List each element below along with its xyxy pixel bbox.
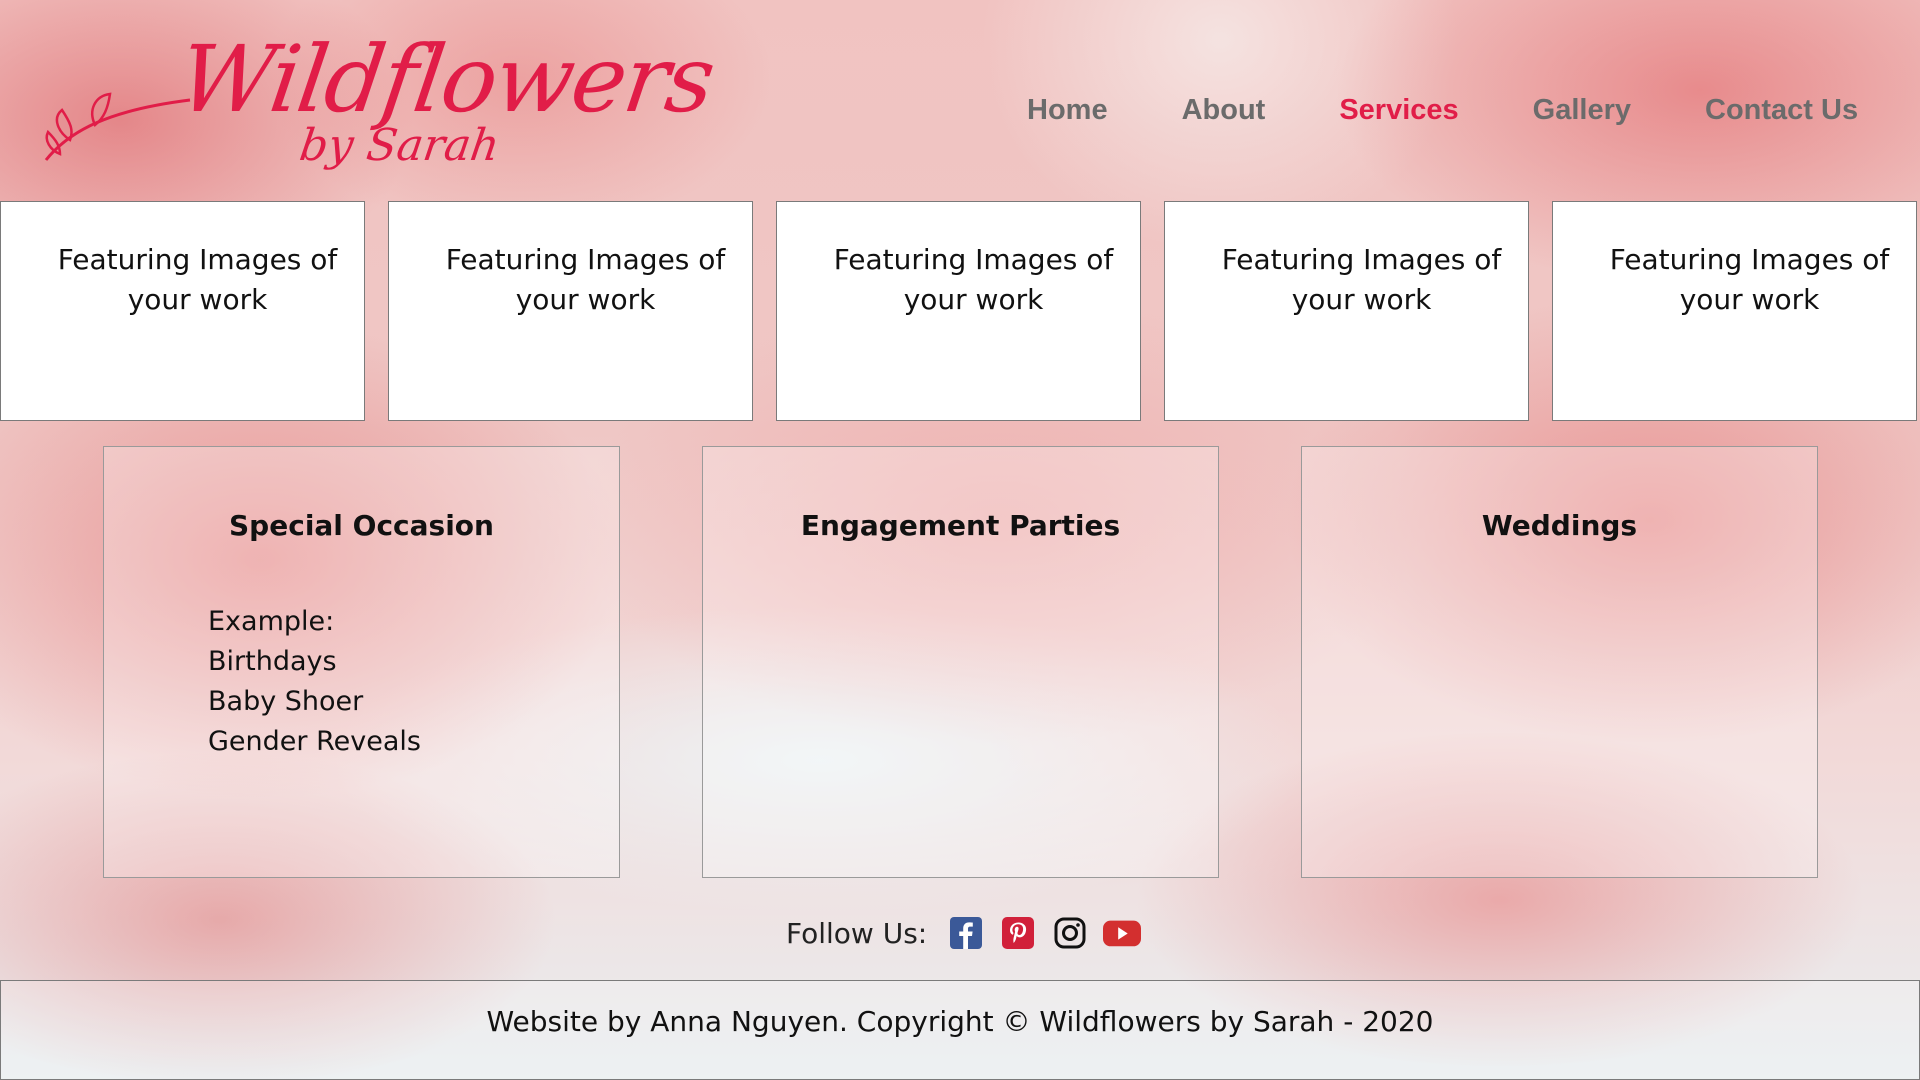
footer: Website by Anna Nguyen. Copyright © Wild… — [0, 980, 1920, 1080]
youtube-icon[interactable] — [1103, 914, 1142, 952]
feature-text: Featuring Images of your work — [1609, 243, 1890, 316]
follow-label: Follow Us: — [786, 916, 928, 950]
feature-text: Featuring Images of your work — [1221, 243, 1502, 316]
nav-contact-us[interactable]: Contact Us — [1668, 94, 1895, 127]
feature-text: Featuring Images of your work — [57, 243, 338, 316]
service-detail-line: Example: — [208, 606, 335, 637]
feature-strip: Featuring Images of your work Featuring … — [0, 201, 1920, 423]
nav-gallery[interactable]: Gallery — [1496, 94, 1668, 127]
logo[interactable]: Wildflowers by Sarah — [40, 14, 720, 194]
pinterest-icon[interactable] — [999, 914, 1037, 952]
nav-services[interactable]: Services — [1302, 94, 1495, 127]
service-card-engagement-parties: Engagement Parties — [702, 446, 1219, 878]
service-title: Weddings — [1481, 509, 1638, 542]
feature-text: Featuring Images of your work — [833, 243, 1114, 316]
service-detail-line: Baby Shoer — [208, 686, 364, 717]
service-card-special-occasion: Special Occasion Example: Birthdays Baby… — [103, 446, 620, 878]
service-details: Example: Birthdays Baby Shoer Gender Rev… — [208, 602, 421, 762]
logo-title: Wildflowers — [172, 26, 720, 133]
feature-card[interactable]: Featuring Images of your work — [388, 201, 753, 421]
service-title: Engagement Parties — [800, 509, 1121, 542]
logo-byline: by Sarah — [296, 120, 503, 171]
facebook-icon[interactable] — [947, 914, 985, 952]
feature-card[interactable]: Featuring Images of your work — [1164, 201, 1529, 421]
social-links: Follow Us: — [786, 914, 1142, 952]
service-detail-line: Gender Reveals — [208, 726, 421, 757]
instagram-icon[interactable] — [1051, 914, 1089, 952]
service-detail-line: Birthdays — [208, 646, 337, 677]
nav-home[interactable]: Home — [990, 94, 1145, 127]
nav-about[interactable]: About — [1145, 94, 1303, 127]
feature-card[interactable]: Featuring Images of your work — [776, 201, 1141, 421]
feature-card[interactable]: Featuring Images of your work — [0, 201, 365, 421]
service-card-weddings: Weddings — [1301, 446, 1818, 878]
main-nav: Home About Services Gallery Contact Us — [990, 94, 1895, 127]
feature-text: Featuring Images of your work — [445, 243, 726, 316]
service-title: Special Occasion — [229, 509, 494, 542]
footer-copyright: Website by Anna Nguyen. Copyright © Wild… — [486, 1005, 1434, 1038]
feature-card[interactable]: Featuring Images of your work — [1552, 201, 1917, 421]
